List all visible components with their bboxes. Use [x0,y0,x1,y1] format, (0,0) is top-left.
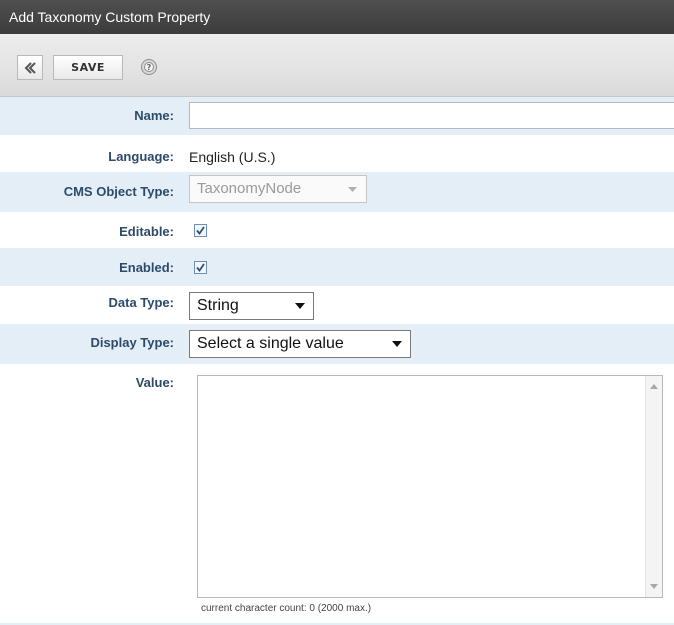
character-count: current character count: 0 (2000 max.) [201,603,372,614]
svg-text:?: ? [147,63,152,72]
back-button[interactable] [17,55,43,80]
language-row: Language: English (U.S.) [0,135,674,171]
window-title-bar: Add Taxonomy Custom Property [0,0,674,34]
cms-object-type-label: CMS Object Type: [63,184,174,199]
editable-row: Editable: [0,213,674,248]
value-scrollbar[interactable] [645,376,662,597]
name-input[interactable] [189,102,674,129]
scroll-down-icon[interactable] [650,584,658,589]
window-title: Add Taxonomy Custom Property [9,9,211,25]
data-type-row: Data Type: String [0,286,674,324]
scroll-up-icon[interactable] [650,384,658,389]
enabled-label: Enabled: [119,260,174,275]
display-type-select[interactable]: Select a single value [189,330,411,358]
data-type-value: String [197,297,239,314]
enabled-row: Enabled: [0,248,674,286]
data-type-label: Data Type: [108,295,175,310]
save-button[interactable]: SAVE [53,55,123,80]
display-type-value: Select a single value [197,335,344,352]
name-row: Name: [0,97,674,135]
value-textarea[interactable] [197,375,663,598]
name-label: Name: [134,108,174,123]
chevron-down-icon [348,187,357,192]
display-type-row: Display Type: Select a single value [0,324,674,364]
back-arrow-icon [24,62,36,74]
value-label: Value: [135,375,174,390]
display-type-label: Display Type: [90,335,174,350]
language-value: English (U.S.) [189,149,276,165]
enabled-checkbox[interactable] [194,261,207,274]
toolbar: SAVE ? [0,34,674,97]
chevron-down-icon [295,303,305,309]
chevron-down-icon [392,341,402,347]
language-label: Language: [108,149,174,164]
checkmark-icon [196,226,205,235]
checkmark-icon [196,263,205,272]
cms-object-type-select: TaxonomyNode [189,175,367,203]
cms-object-type-row: CMS Object Type: TaxonomyNode [0,172,674,212]
help-button[interactable]: ? [140,58,158,76]
editable-checkbox[interactable] [194,224,207,237]
help-icon: ? [141,59,157,75]
value-row: Value: current character count: 0 (2000 … [0,364,674,623]
editable-label: Editable: [119,224,174,239]
data-type-select[interactable]: String [189,292,314,320]
cms-object-type-value: TaxonomyNode [197,180,302,197]
